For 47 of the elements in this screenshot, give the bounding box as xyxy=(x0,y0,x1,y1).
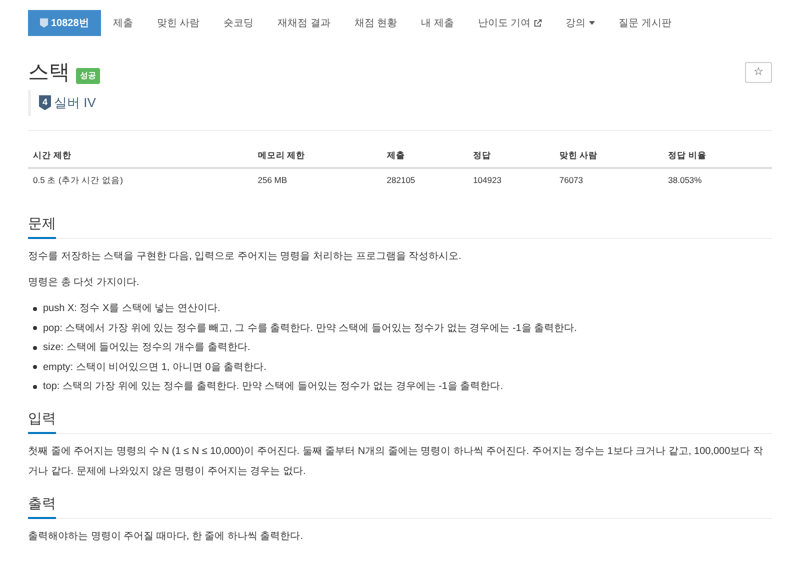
nav-tab[interactable]: 재채점 결과 xyxy=(266,10,342,36)
bullet-icon xyxy=(33,346,37,350)
star-button[interactable]: ☆ xyxy=(745,62,772,83)
paragraph: 출력해야하는 명령이 주어질 때마다, 한 줄에 하나씩 출력한다. xyxy=(28,530,304,544)
tier-label: 실버 IV xyxy=(54,94,96,112)
problem-title: 스택 xyxy=(28,60,70,86)
bullet-icon xyxy=(33,326,37,330)
nav-tab[interactable]: 강의 xyxy=(554,10,607,36)
nav-tab[interactable]: 질문 게시판 xyxy=(606,10,684,36)
status-badge: 성공 xyxy=(76,68,100,84)
nav-tab[interactable]: 제출 xyxy=(100,10,145,36)
nav-tab[interactable]: 맞힌 사람 xyxy=(144,10,212,36)
table-cell: 104923 xyxy=(468,168,554,192)
column-header: 시간 제한 xyxy=(28,142,253,168)
table-cell: 76073 xyxy=(554,168,664,192)
paragraph: 명령은 총 다섯 가지이다. xyxy=(28,276,140,290)
list-item: empty: 스택이 비어있으면 1, 아니면 0을 출력한다. xyxy=(43,360,266,374)
bullet-icon xyxy=(33,384,37,389)
nav-tab[interactable]: 난이도 기여 xyxy=(466,10,554,36)
caret-icon xyxy=(588,21,595,25)
table-cell: 282105 xyxy=(382,168,468,192)
list-item: pop: 스택에서 가장 위에 있는 정수를 빼고, 그 수를 출력한다. 만약 스택에 들어있는 정수가 없는 경우에는 -1을 출력한다. xyxy=(43,322,577,336)
external-link-icon xyxy=(534,19,542,27)
column-header: 맞힌 사람 xyxy=(554,142,664,168)
column-header: 정답 xyxy=(468,142,554,168)
paragraph: 정수를 저장하는 스택을 구현한 다음, 입력으로 주어지는 명령을 처리하는 프로그램을 작성하시오. xyxy=(28,250,462,264)
nav-tab[interactable]: 10828번 xyxy=(28,10,101,36)
list-item: size: 스택에 들어있는 정수의 개수를 출력한다. xyxy=(43,341,250,355)
bullet-icon xyxy=(33,306,37,311)
section-heading: 문제 xyxy=(28,213,56,239)
table-cell: 0.5 초 (추가 시간 없음) xyxy=(28,168,253,192)
section-heading: 입력 xyxy=(28,408,56,434)
bullet-icon xyxy=(33,365,37,370)
nav-tab[interactable]: 채점 현황 xyxy=(342,10,410,36)
column-header: 정답 비율 xyxy=(663,142,772,168)
column-header: 제출 xyxy=(382,142,468,168)
list-item: top: 스택의 가장 위에 있는 정수를 출력한다. 만약 스택에 들어있는 정수가 없는 경우에는 -1을 출력한다. xyxy=(43,380,504,394)
tier-icon: 4 xyxy=(39,95,51,110)
table-cell: 38.053% xyxy=(663,168,772,192)
list-item: push X: 정수 X를 스택에 넣는 연산이다. xyxy=(43,302,220,316)
column-header: 메모리 제한 xyxy=(252,142,382,168)
nav-tab[interactable]: 내 제출 xyxy=(409,10,466,36)
paragraph: 첫째 줄에 주어지는 명령의 수 N (1 ≤ N ≤ 10,000)이 주어진다. 둘째 줄부터 N개의 줄에는 명령이 하나씩 주어진다. 주어지는 정수는 1보다 크거나 같고, 100,000보다 작거나 같다. 문제에 나와있지 않은 명령이 주어지는 경우는 없다. xyxy=(28,444,764,478)
nav-tab[interactable]: 숏코딩 xyxy=(212,10,266,36)
section-heading: 출력 xyxy=(28,492,56,518)
shield-icon xyxy=(40,18,48,28)
table-cell: 256 MB xyxy=(252,168,382,192)
